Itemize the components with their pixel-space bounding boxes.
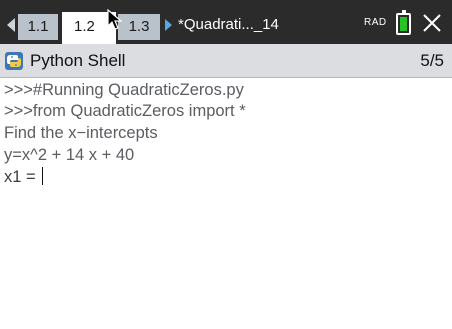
tab-1-3[interactable]: 1.3 (118, 14, 160, 40)
tab-bar: 1.1 1.2 1.3 *Quadrati..._14 RAD (0, 0, 452, 44)
close-icon[interactable] (421, 12, 443, 34)
tab-1-1[interactable]: 1.1 (18, 14, 58, 40)
right-arrow-icon[interactable] (165, 19, 172, 31)
document-title[interactable]: *Quadrati..._14 (178, 13, 279, 37)
shell-line: y=x^2 + 14 x + 40 (4, 146, 135, 164)
shell-input-line[interactable]: x1 = (4, 166, 44, 188)
page-counter: 5/5 (420, 51, 444, 70)
shell-line: >>>from QuadraticZeros import * (4, 102, 246, 120)
angle-mode-indicator: RAD (364, 17, 387, 28)
app-header: Python Shell 5/5 (0, 44, 452, 78)
mouse-pointer-icon (107, 9, 123, 30)
shell-line: Find the x−intercepts (4, 124, 158, 142)
python-shell-output[interactable]: >>>#Running QuadraticZeros.py >>>from Qu… (0, 78, 452, 329)
text-cursor (42, 167, 44, 185)
shell-line: >>>#Running QuadraticZeros.py (4, 81, 244, 99)
left-arrow-icon[interactable] (7, 18, 15, 32)
input-prompt: x1 = (4, 168, 41, 186)
python-logo-icon (5, 52, 23, 70)
battery-icon (396, 10, 411, 35)
app-title: Python Shell (30, 51, 126, 70)
